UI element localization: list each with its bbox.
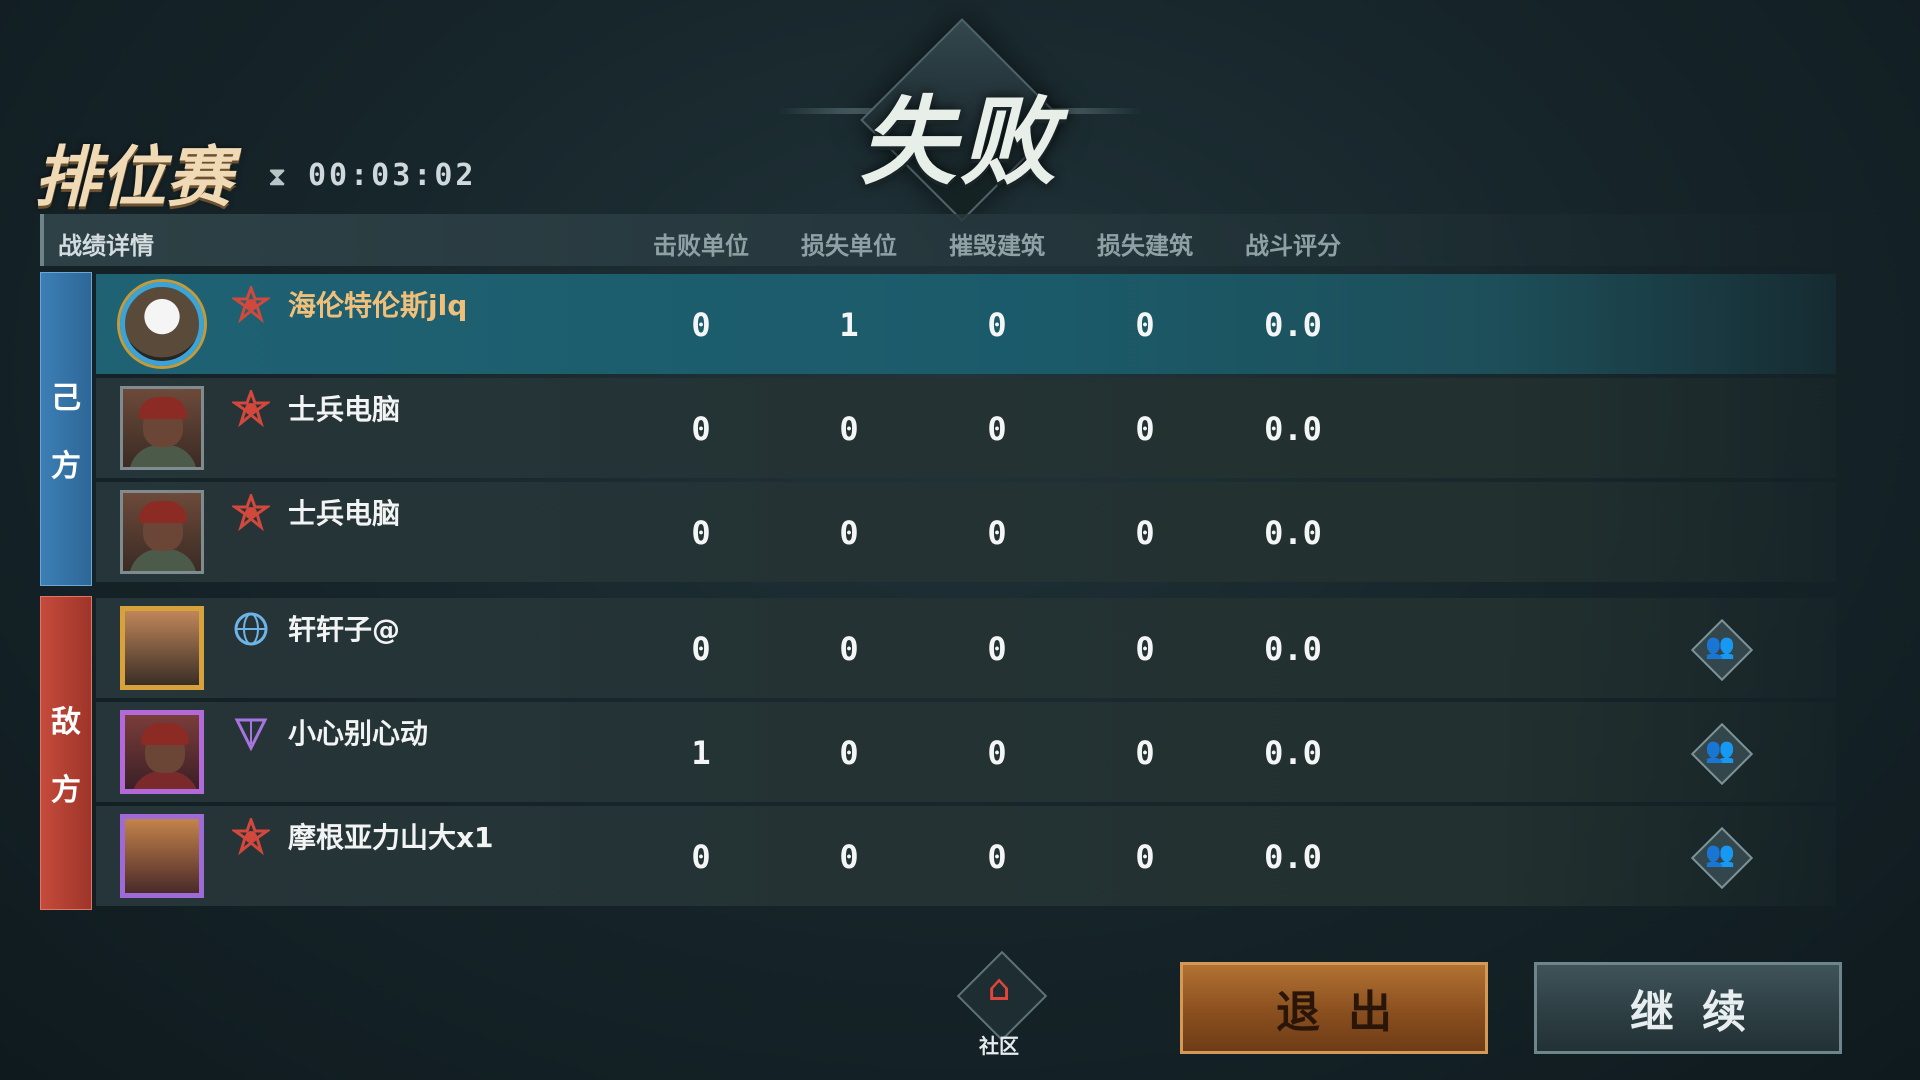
player-name: 摩根亚力山大x1 [288,821,494,854]
result-emblem: 失败 [778,18,1142,222]
column-header-buildings-destroyed: 摧毁建筑 [949,232,1045,260]
player-row[interactable]: 小心别心动 1 0 0 0 0.0 👥 [96,702,1836,802]
player-name: 士兵电脑 [288,393,401,426]
column-header-units-lost: 损失单位 [801,232,897,260]
stat-buildings-lost: 0 [1135,410,1155,448]
stat-kills: 0 [691,630,711,668]
soldier-avatar[interactable] [120,386,204,470]
enemy-side-tag: 敌 方 [40,596,92,910]
result-title: 失败 [860,85,1060,198]
column-header-kills: 击败单位 [653,232,749,260]
stat-units-lost: 0 [839,514,859,552]
stat-units-lost: 0 [839,838,859,876]
purple-frame-avatar[interactable] [120,710,204,794]
exit-button[interactable]: 退出 [1180,962,1488,1054]
stat-buildings-lost: 0 [1135,630,1155,668]
stat-score: 0.0 [1264,630,1322,668]
soldier-avatar[interactable] [120,490,204,574]
stat-buildings-destroyed: 0 [987,838,1007,876]
stat-units-lost: 0 [839,734,859,772]
ally-side-char-1: 己 [51,381,81,416]
stat-units-lost: 1 [839,306,859,344]
community-button[interactable]: ⌂ 社区 [956,950,1048,1060]
stat-buildings-destroyed: 0 [987,630,1007,668]
stat-buildings-destroyed: 0 [987,734,1007,772]
hourglass-icon: ⧗ [268,162,287,192]
match-timer: 00:03:02 [308,158,477,193]
add-friend-button[interactable]: 👥 [1690,618,1754,682]
stat-buildings-destroyed: 0 [987,514,1007,552]
stat-score: 0.0 [1264,306,1322,344]
column-header-score: 战斗评分 [1245,232,1341,260]
eagle-avatar[interactable] [120,282,204,366]
stat-buildings-lost: 0 [1135,838,1155,876]
red-rank-icon [230,283,272,324]
stat-buildings-destroyed: 0 [987,410,1007,448]
stat-kills: 0 [691,838,711,876]
continue-button[interactable]: 继续 [1534,962,1842,1054]
player-name: 小心别心动 [288,717,429,750]
ally-side-char-2: 方 [51,449,81,484]
player-name: 海伦特伦斯jlq [288,289,468,322]
column-header-buildings-lost: 损失建筑 [1097,232,1193,260]
add-friend-icon: 👥 [1705,736,1735,764]
player-row-self[interactable]: 海伦特伦斯jlq 0 1 0 0 0.0 [96,274,1836,374]
add-friend-button[interactable]: 👥 [1690,826,1754,890]
purple-rank-icon [232,714,270,752]
add-friend-button[interactable]: 👥 [1690,722,1754,786]
stat-kills: 0 [691,514,711,552]
stat-kills: 1 [691,734,711,772]
add-friend-icon: 👥 [1705,840,1735,868]
stat-score: 0.0 [1264,838,1322,876]
stat-score: 0.0 [1264,734,1322,772]
stat-buildings-destroyed: 0 [987,306,1007,344]
player-row[interactable]: 士兵电脑 0 0 0 0 0.0 [96,378,1836,478]
stat-kills: 0 [691,306,711,344]
stat-score: 0.0 [1264,410,1322,448]
community-label: 社区 [979,1034,1019,1058]
enemy-side-char-2: 方 [51,773,81,808]
stat-buildings-lost: 0 [1135,514,1155,552]
player-row[interactable]: 轩轩子@ 0 0 0 0 0.0 👥 [96,598,1836,698]
ally-side-tag: 己 方 [40,272,92,586]
red-rank-icon [230,815,272,856]
stat-score: 0.0 [1264,514,1322,552]
stat-units-lost: 0 [839,410,859,448]
player-name: 士兵电脑 [288,497,401,530]
player-row[interactable]: 士兵电脑 0 0 0 0 0.0 [96,482,1836,582]
stats-header-label: 战绩详情 [58,232,154,260]
player-row[interactable]: 摩根亚力山大x1 0 0 0 0 0.0 👥 [96,806,1836,906]
dragon-avatar[interactable] [120,814,204,898]
globe-rank-icon [232,610,270,648]
stat-buildings-lost: 0 [1135,306,1155,344]
home-icon: ⌂ [987,968,1011,1009]
enemy-side-char-1: 敌 [51,705,81,740]
mode-title: 排位赛 [34,138,232,216]
red-rank-icon [230,387,272,428]
stat-units-lost: 0 [839,630,859,668]
add-friend-icon: 👥 [1705,632,1735,660]
red-rank-icon [230,491,272,532]
player-name: 轩轩子@ [288,613,401,646]
stat-kills: 0 [691,410,711,448]
stat-buildings-lost: 0 [1135,734,1155,772]
gold-frame-avatar[interactable] [120,606,204,690]
